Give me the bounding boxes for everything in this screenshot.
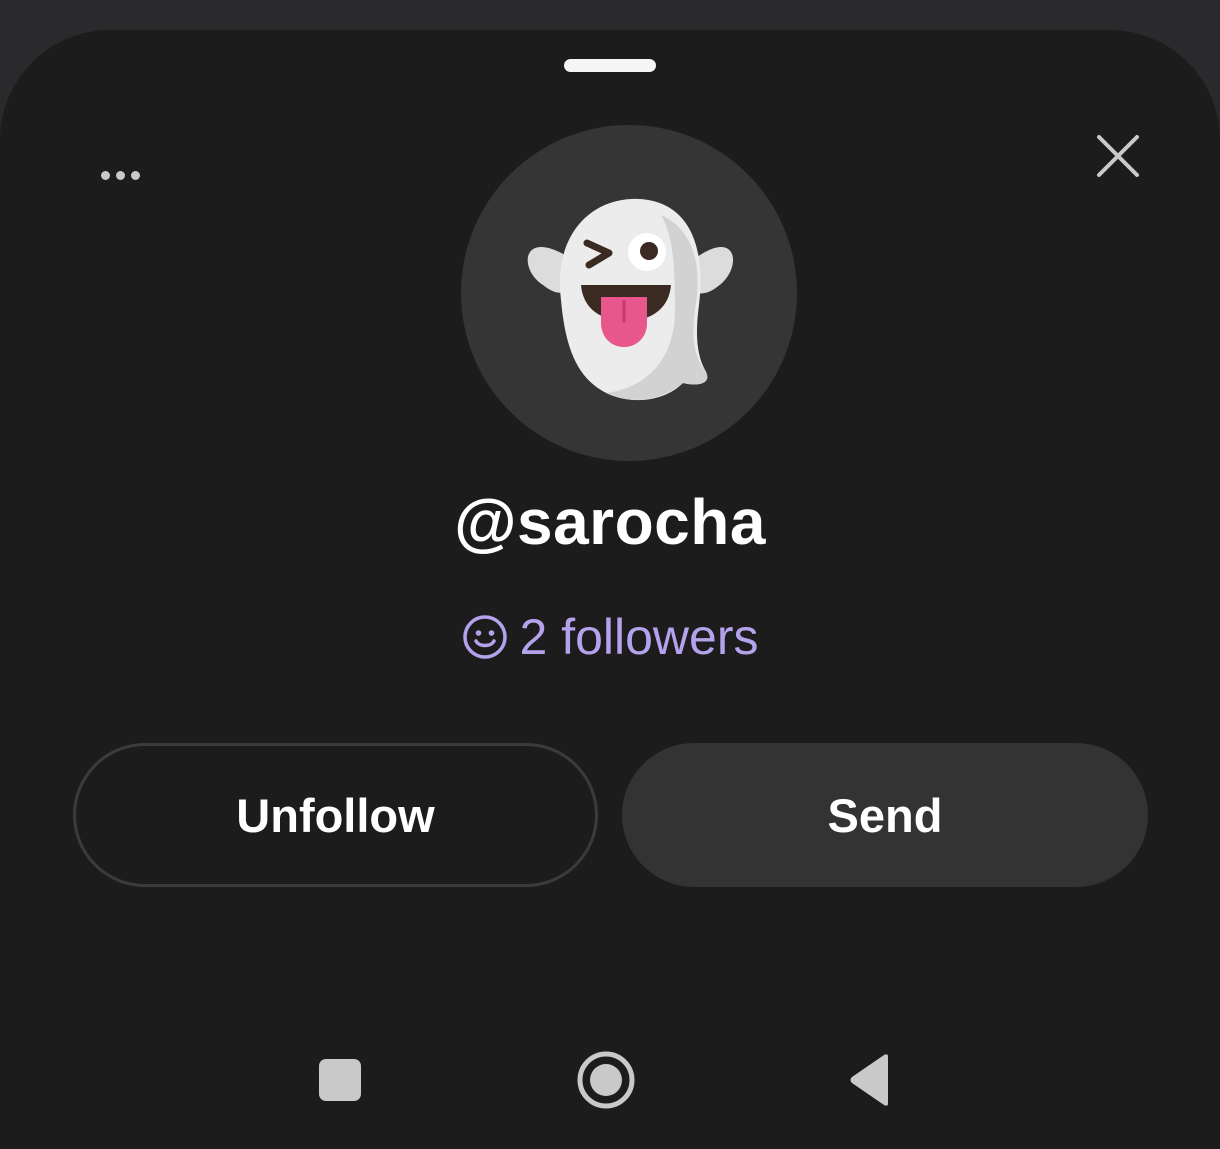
winking-ghost-emoji-icon bbox=[527, 198, 734, 401]
more-options-button[interactable] bbox=[90, 155, 150, 195]
smiley-icon bbox=[462, 615, 507, 659]
profile-sheet: @sarocha 2 followers Unfollow Send bbox=[0, 30, 1220, 1149]
send-button[interactable]: Send bbox=[622, 743, 1148, 887]
close-button[interactable] bbox=[1092, 130, 1144, 182]
circle-home-icon bbox=[577, 1051, 635, 1109]
more-dot bbox=[115, 170, 125, 180]
triangle-back-icon bbox=[850, 1054, 888, 1106]
sheet-grabber-handle[interactable] bbox=[564, 59, 656, 72]
back-button[interactable] bbox=[830, 1040, 910, 1120]
unfollow-button[interactable]: Unfollow bbox=[73, 743, 598, 887]
system-navigation-bar bbox=[0, 1040, 1220, 1120]
close-icon bbox=[1097, 135, 1139, 177]
more-horizontal-icon bbox=[100, 170, 110, 180]
username: @sarocha bbox=[454, 486, 766, 558]
followers-link[interactable]: 2 followers bbox=[0, 608, 1220, 666]
recents-button[interactable] bbox=[300, 1040, 380, 1120]
home-button[interactable] bbox=[566, 1040, 646, 1120]
followers-count-label: 2 followers bbox=[519, 609, 759, 665]
unfollow-button-label: Unfollow bbox=[236, 788, 435, 842]
square-recents-icon bbox=[319, 1059, 361, 1101]
more-dot bbox=[130, 170, 140, 180]
send-button-label: Send bbox=[827, 788, 943, 842]
avatar[interactable] bbox=[461, 125, 797, 461]
